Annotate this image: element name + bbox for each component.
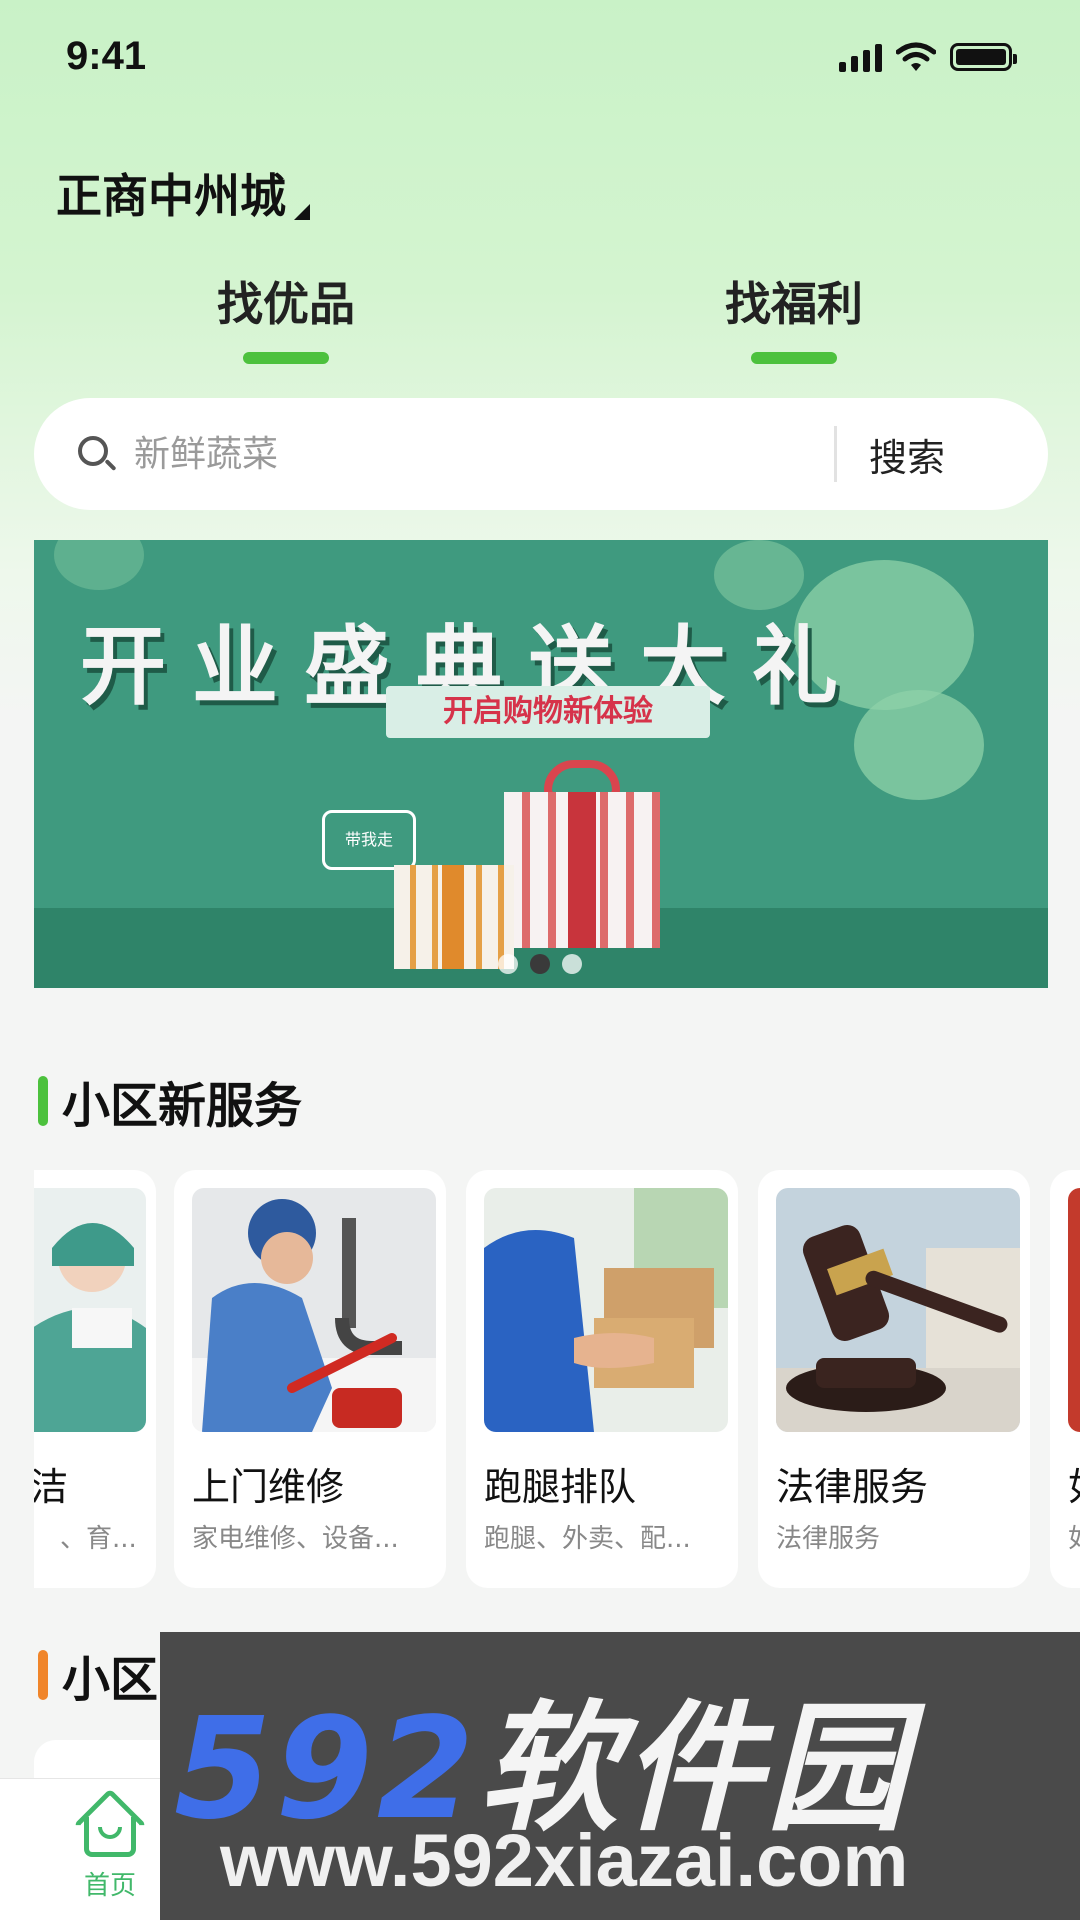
section-accent-bar [38,1076,48,1126]
search-input[interactable] [134,433,834,475]
service-name: 法律服务 [776,1465,929,1509]
service-desc: 法律服务 [776,1524,881,1554]
nav-home-label: 首页 [83,1871,136,1901]
service-name: 如 [1068,1456,1080,1511]
section-header-second: 小区 [38,1640,158,1710]
tab-find-benefits[interactable]: 找福利 [684,268,904,364]
service-card-legal[interactable]: 法律服务 法律服务 [758,1170,1030,1588]
pagination-dot-active[interactable] [530,954,550,974]
nav-home[interactable]: 首页 [60,1788,160,1902]
cellular-signal-icon [839,42,882,72]
gift-box-small [394,865,514,969]
home-icon [73,1788,147,1862]
repair-photo [192,1188,436,1432]
status-time: 9:41 [66,34,147,78]
speech-bubble: 带我走 [322,810,416,870]
partial-photo [1068,1188,1080,1432]
service-desc: 跑腿、外卖、配... [484,1524,691,1554]
service-card-cleaning[interactable]: 洁 、育... [34,1170,156,1588]
service-card-repair[interactable]: 上门维修 家电维修、设备... [174,1170,446,1588]
tab-find-products[interactable]: 找优品 [176,268,396,364]
section-header-services: 小区新服务 [38,1066,302,1136]
gift-box-large [504,792,660,948]
location-name: 正商中州城 [56,169,286,223]
watermark-url: www.592xiazai.com [220,1819,909,1902]
delivery-photo [484,1188,728,1432]
balloon-decoration [54,540,144,590]
promo-banner[interactable]: 开业盛典送大礼 开启购物新体验 带我走 [34,540,1048,988]
service-card-errand[interactable]: 跑腿排队 跑腿、外卖、配... [466,1170,738,1588]
top-tabs: 找优品 找福利 [0,268,1080,368]
section-title: 小区新服务 [62,1078,303,1134]
watermark-overlay: 592软件园 www.592xiazai.com [160,1632,1080,1920]
banner-subtitle: 开启购物新体验 [386,686,710,738]
banner-pagination [498,954,582,974]
tab-indicator [751,352,837,364]
services-carousel[interactable]: 洁 、育... 上门维修 家电维修、设备... 跑腿排队 跑腿、外卖、配... … [34,1170,1080,1590]
status-icons [839,42,1017,72]
service-name: 跑腿排队 [484,1465,637,1509]
service-card-partial[interactable]: 如 如 [1050,1170,1080,1588]
search-bar: 搜索 [34,398,1048,510]
wifi-icon [896,42,936,71]
service-desc: 如 [1068,1518,1080,1555]
service-desc: 、育... [60,1524,137,1554]
service-desc: 家电维修、设备... [192,1524,399,1554]
legal-photo [776,1188,1020,1432]
service-name: 上门维修 [192,1465,345,1509]
dropdown-caret-icon [294,204,310,220]
service-name: 洁 [34,1465,69,1509]
section-title: 小区 [62,1652,159,1708]
pagination-dot[interactable] [498,954,518,974]
search-button[interactable]: 搜索 [837,427,987,482]
search-icon [78,436,117,472]
tab-label: 找优品 [217,277,355,331]
section-accent-bar [38,1650,48,1700]
pagination-dot[interactable] [562,954,582,974]
tab-label: 找福利 [725,277,863,331]
battery-icon [950,43,1017,71]
status-bar: 9:41 [0,0,1080,120]
cleaning-photo [34,1188,146,1432]
location-selector[interactable]: 正商中州城 [56,160,310,226]
tab-indicator [243,352,329,364]
